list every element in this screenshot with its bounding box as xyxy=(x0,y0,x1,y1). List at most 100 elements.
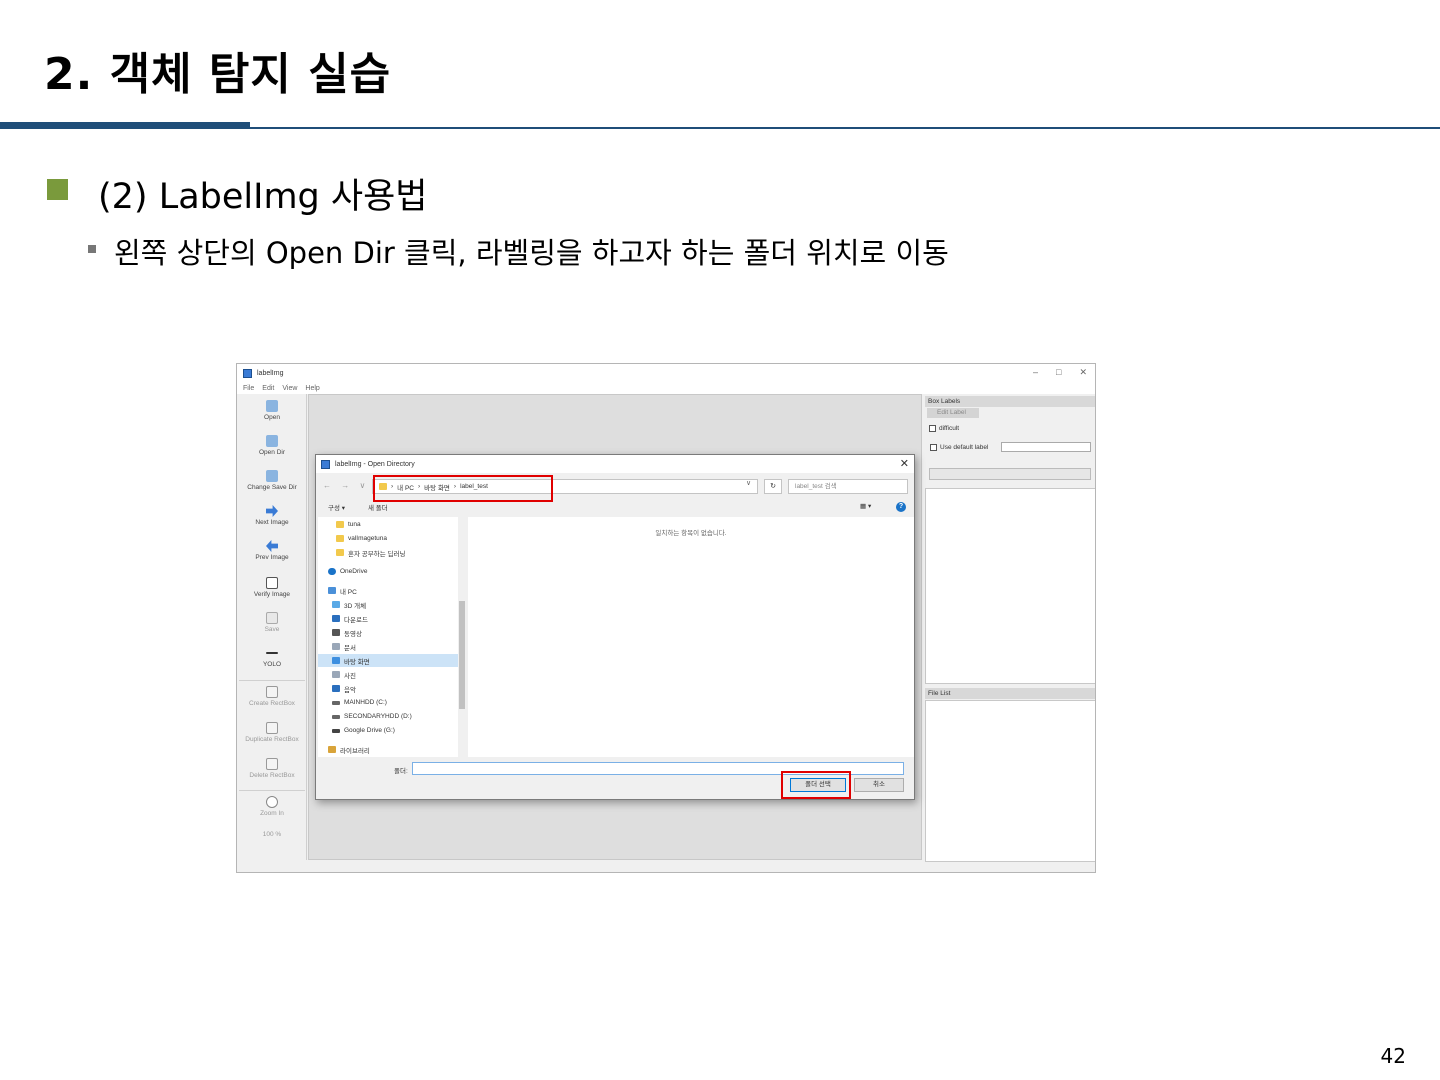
dialog-title: labelImg - Open Directory xyxy=(335,460,415,468)
prev-image-button[interactable]: Prev Image xyxy=(237,540,307,561)
open-dir-label: Open Dir xyxy=(258,449,285,456)
delete-rectbox-button[interactable]: Delete RectBox xyxy=(237,758,307,779)
toolbar-divider xyxy=(239,790,305,791)
label-combobox[interactable] xyxy=(929,468,1091,480)
create-rectbox-button[interactable]: Create RectBox xyxy=(237,686,307,707)
drive-icon xyxy=(332,700,340,705)
toolbar-divider xyxy=(239,680,305,681)
refresh-icon[interactable]: ↻ xyxy=(764,479,782,494)
menu-bar: File Edit View Help xyxy=(237,382,1095,394)
search-input[interactable]: label_test 검색 xyxy=(788,479,908,494)
section-bullet-icon xyxy=(47,179,68,200)
music-icon xyxy=(332,685,340,692)
left-toolbar: Open Open Dir Change Save Dir Next Image… xyxy=(237,394,307,860)
help-icon[interactable]: ? xyxy=(896,502,906,512)
title-rule xyxy=(0,127,1440,129)
use-default-label-text: Use default label xyxy=(940,444,989,451)
tree-item-drive-d[interactable]: SECONDARYHDD (D:) xyxy=(318,710,458,723)
next-image-icon xyxy=(266,505,278,517)
zoom-in-label: Zoom In xyxy=(260,810,284,817)
tree-item-libraries[interactable]: 라이브러리 xyxy=(318,743,458,756)
open-dir-button[interactable]: Open Dir xyxy=(237,435,307,456)
tree-item-drive-g[interactable]: Google Drive (G:) xyxy=(318,724,458,737)
tree-item-label: 3D 개체 xyxy=(344,602,367,610)
delete-rectbox-icon xyxy=(266,758,278,770)
page-number: 42 xyxy=(1380,1044,1406,1068)
open-button[interactable]: Open xyxy=(237,400,307,421)
tree-item-desktop[interactable]: 바탕 화면 xyxy=(318,654,458,667)
drive-icon xyxy=(332,714,340,719)
new-folder-button[interactable]: 새 폴더 xyxy=(368,502,388,512)
tree-item-music[interactable]: 음악 xyxy=(318,682,458,695)
instruction-text: 왼쪽 상단의 Open Dir 클릭, 라벨링을 하고자 하는 폴더 위치로 이… xyxy=(114,236,949,270)
navigation-tree[interactable]: tuna valImagetuna 혼자 공부하는 딥러닝 OneDrive 내… xyxy=(318,517,466,757)
verify-image-icon xyxy=(266,577,278,589)
file-pane[interactable]: 일치하는 항목이 없습니다. xyxy=(468,517,914,757)
tree-item-onedrive[interactable]: OneDrive xyxy=(318,565,458,578)
tree-item-study-folder[interactable]: 혼자 공부하는 딥러닝 xyxy=(318,546,458,559)
tree-item-documents[interactable]: 문서 xyxy=(318,640,458,653)
3d-objects-icon xyxy=(332,601,340,608)
file-list-title: File List xyxy=(925,688,1095,699)
address-dropdown-icon[interactable]: ∨ xyxy=(746,479,751,487)
app-titlebar: labelImg – □ ✕ xyxy=(237,364,1095,382)
box-labels-title: Box Labels xyxy=(925,396,1095,407)
document-icon xyxy=(332,643,340,650)
save-button[interactable]: Save xyxy=(237,612,307,633)
label-list[interactable] xyxy=(925,488,1095,684)
yolo-button[interactable]: YOLO xyxy=(237,647,307,668)
yolo-label: YOLO xyxy=(262,661,282,668)
zoom-in-button[interactable]: Zoom In xyxy=(237,796,307,817)
tree-item-drive-c[interactable]: MAINHDD (C:) xyxy=(318,696,458,709)
menu-help[interactable]: Help xyxy=(305,385,319,392)
zoom-level-spinbox[interactable]: 100 % xyxy=(237,831,307,838)
change-save-dir-button[interactable]: Change Save Dir xyxy=(237,470,307,491)
duplicate-rectbox-icon xyxy=(266,722,278,734)
menu-edit[interactable]: Edit xyxy=(262,385,274,392)
library-icon xyxy=(328,746,336,753)
tree-item-videos[interactable]: 동영상 xyxy=(318,626,458,639)
tree-item-label: tuna xyxy=(348,521,361,528)
app-title: labelImg xyxy=(257,369,284,377)
tree-scroll-thumb[interactable] xyxy=(459,601,465,709)
maximize-icon[interactable]: □ xyxy=(1056,367,1061,378)
next-image-button[interactable]: Next Image xyxy=(237,505,307,526)
tree-item-label: 음악 xyxy=(344,686,356,694)
tree-item-3d-objects[interactable]: 3D 개체 xyxy=(318,598,458,611)
menu-view[interactable]: View xyxy=(282,385,297,392)
edit-label-button[interactable]: Edit Label xyxy=(927,408,979,418)
tree-item-pictures[interactable]: 사진 xyxy=(318,668,458,681)
file-list[interactable] xyxy=(925,700,1095,862)
duplicate-rectbox-button[interactable]: Duplicate RectBox xyxy=(237,722,307,743)
empty-message: 일치하는 항목이 없습니다. xyxy=(655,530,727,537)
cancel-button[interactable]: 취소 xyxy=(854,778,904,792)
change-save-dir-label: Change Save Dir xyxy=(247,484,297,491)
menu-file[interactable]: File xyxy=(243,385,254,392)
open-dir-icon xyxy=(266,435,278,447)
default-label-input[interactable] xyxy=(1001,442,1091,452)
delete-rectbox-label: Delete RectBox xyxy=(249,772,295,779)
yolo-icon xyxy=(266,652,278,654)
view-options-icon[interactable]: ▦ ▾ xyxy=(860,502,871,510)
use-default-label-checkbox[interactable] xyxy=(930,444,937,451)
tree-item-downloads[interactable]: 다운로드 xyxy=(318,612,458,625)
pictures-icon xyxy=(332,671,340,678)
zoom-level-value: 100 % xyxy=(262,831,282,838)
folder-field-label: 폴더: xyxy=(394,768,408,775)
tree-item-valimagetuna[interactable]: valImagetuna xyxy=(318,532,458,545)
folder-icon xyxy=(336,549,344,556)
app-logo-icon xyxy=(243,368,252,378)
minimize-icon[interactable]: – xyxy=(1033,367,1038,378)
tree-item-tuna[interactable]: tuna xyxy=(318,518,458,531)
dialog-titlebar: labelImg - Open Directory ✕ xyxy=(316,455,914,473)
close-window-icon[interactable]: ✕ xyxy=(1079,367,1087,378)
folder-icon xyxy=(336,535,344,542)
verify-image-button[interactable]: Verify Image xyxy=(237,577,307,598)
tree-item-my-pc[interactable]: 내 PC xyxy=(318,584,458,597)
dialog-close-icon[interactable]: ✕ xyxy=(900,457,909,470)
change-save-dir-icon xyxy=(266,470,278,482)
organize-menu[interactable]: 구성 ▾ xyxy=(328,502,345,512)
difficult-checkbox[interactable] xyxy=(929,425,936,432)
tree-scrollbar[interactable] xyxy=(458,517,466,757)
open-icon xyxy=(266,400,278,412)
